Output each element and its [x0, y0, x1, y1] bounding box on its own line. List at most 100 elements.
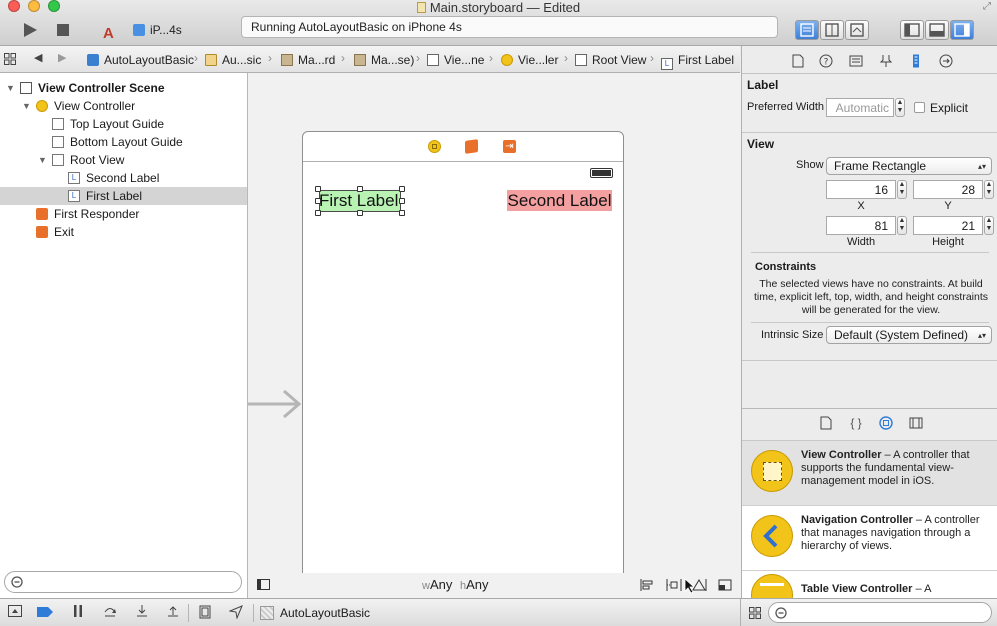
view-controller-icon[interactable] [428, 140, 441, 153]
connections-inspector-icon[interactable] [939, 54, 953, 68]
outline-item[interactable]: ▼ Root View [0, 151, 247, 169]
step-into-icon[interactable] [134, 605, 150, 621]
disclosure-triangle-icon[interactable]: ▼ [22, 97, 31, 115]
attributes-inspector-icon[interactable] [879, 54, 893, 68]
object-library-icon[interactable] [879, 416, 893, 430]
crumb-view-controller[interactable]: Vie...ler [501, 52, 558, 68]
file-template-library-icon[interactable] [819, 416, 833, 430]
scheme-selector[interactable]: AiP...4s [103, 20, 182, 42]
y-field[interactable]: 28 [913, 180, 983, 199]
library-grid-view-icon[interactable] [749, 607, 761, 619]
height-stepper[interactable]: ▲ ▼ [984, 216, 994, 235]
intrinsic-size-popup[interactable]: Default (System Defined) ▴▾ [826, 326, 992, 344]
first-label[interactable]: First Label [319, 190, 400, 211]
simulate-location-icon[interactable] [228, 605, 244, 621]
outline-item[interactable]: First Responder [0, 205, 247, 223]
width-field[interactable]: 81 [826, 216, 896, 235]
second-label[interactable]: Second Label [507, 190, 612, 211]
constraints-title: Constraints [755, 261, 817, 273]
y-stepper[interactable]: ▲ ▼ [984, 180, 994, 199]
crumb-project[interactable]: AutoLayoutBasic [87, 52, 194, 68]
preferred-width-stepper[interactable]: ▲ ▼ [895, 98, 905, 117]
media-library-icon[interactable] [909, 416, 923, 430]
scene-icon [20, 82, 32, 94]
disclosure-triangle-icon[interactable]: ▼ [38, 151, 47, 169]
divider [740, 599, 741, 626]
assistant-editor-button[interactable] [820, 20, 844, 40]
library-filter-field[interactable] [768, 602, 992, 623]
resize-handle[interactable] [315, 210, 321, 216]
outline-item[interactable]: Exit [0, 223, 247, 241]
disclosure-triangle-icon[interactable]: ▼ [6, 79, 15, 97]
outline-item-label: Bottom Layout Guide [70, 135, 183, 149]
file-inspector-icon[interactable] [791, 54, 805, 68]
run-button[interactable] [18, 16, 42, 44]
library-item-view-controller[interactable]: View Controller – A controller that supp… [742, 441, 997, 506]
pin-icon[interactable] [666, 579, 682, 591]
explicit-checkbox[interactable] [914, 102, 925, 113]
resize-handle[interactable] [399, 210, 405, 216]
resize-handle[interactable] [357, 186, 363, 192]
quick-help-icon[interactable]: ? [819, 54, 833, 68]
preferred-width-field[interactable]: Automatic [826, 98, 894, 117]
forward-icon[interactable]: ▶ [58, 51, 66, 64]
step-over-icon[interactable] [102, 605, 118, 621]
divider [742, 132, 997, 133]
outline-item[interactable]: Bottom Layout Guide [0, 133, 247, 151]
resize-handle[interactable] [315, 186, 321, 192]
view-debugging-icon[interactable] [197, 605, 213, 621]
height-field[interactable]: 21 [913, 216, 983, 235]
toggle-outline-icon[interactable] [257, 579, 270, 590]
code-snippet-library-icon[interactable]: { } [849, 416, 863, 430]
fullscreen-icon[interactable]: ⤢ [983, 1, 991, 12]
toggle-navigator-button[interactable] [900, 20, 924, 40]
size-class-control[interactable]: wAny hAny [422, 577, 489, 592]
size-inspector-icon[interactable] [909, 54, 923, 68]
library-item-navigation-controller[interactable]: Navigation Controller – A controller tha… [742, 506, 997, 571]
process-selector[interactable]: AutoLayoutBasic [260, 605, 370, 621]
resize-handle[interactable] [315, 198, 321, 204]
outline-filter-field[interactable] [4, 571, 242, 593]
crumb-storyboard-base[interactable]: Ma...se) [354, 52, 414, 68]
hide-debug-area-icon[interactable] [7, 605, 23, 621]
breakpoints-icon[interactable] [37, 605, 53, 621]
resizing-behavior-icon[interactable] [718, 579, 732, 591]
outline-item[interactable]: L First Label [0, 187, 247, 205]
library-item-table-view-controller[interactable]: Table View Controller – A [742, 571, 997, 598]
identity-inspector-icon[interactable] [849, 54, 863, 68]
align-icon[interactable] [640, 579, 654, 591]
x-field[interactable]: 16 [826, 180, 896, 199]
step-out-icon[interactable] [165, 605, 181, 621]
toggle-debug-area-button[interactable] [925, 20, 949, 40]
pause-icon[interactable] [70, 605, 86, 621]
first-responder-icon[interactable] [465, 139, 478, 154]
crumb-storyboard[interactable]: Ma...rd [281, 52, 335, 68]
width-stepper[interactable]: ▲ ▼ [897, 216, 907, 235]
scene-dock-divider [303, 161, 623, 162]
debug-bar: AutoLayoutBasic [0, 598, 997, 626]
crumb-group[interactable]: Au...sic [205, 52, 261, 68]
version-editor-button[interactable] [845, 20, 869, 40]
crumb-scene[interactable]: Vie...ne [427, 52, 484, 68]
stop-button[interactable] [52, 16, 74, 44]
back-icon[interactable]: ◀ [34, 51, 42, 64]
outline-item[interactable]: ▼ View Controller [0, 97, 247, 115]
outline-item[interactable]: L Second Label [0, 169, 247, 187]
outline-item[interactable]: Top Layout Guide [0, 115, 247, 133]
crumb-first-label[interactable]: L First Label [661, 52, 734, 70]
explicit-label: Explicit [930, 101, 969, 115]
related-items-icon[interactable] [4, 53, 16, 65]
standard-editor-button[interactable] [795, 20, 819, 40]
x-stepper[interactable]: ▲ ▼ [897, 180, 907, 199]
resize-handle[interactable] [399, 198, 405, 204]
resolve-issues-icon[interactable] [691, 579, 707, 591]
jump-bar: ◀ ▶ AutoLayoutBasic › Au...sic › Ma...rd… [0, 46, 740, 73]
crumb-root-view[interactable]: Root View [575, 52, 646, 68]
y-caption: Y [944, 200, 952, 212]
resize-handle[interactable] [399, 186, 405, 192]
outline-item[interactable]: ▼ View Controller Scene [0, 79, 247, 97]
show-popup[interactable]: Frame Rectangle ▴▾ [826, 157, 992, 175]
exit-icon[interactable]: ⇥ [503, 140, 516, 153]
resize-handle[interactable] [357, 210, 363, 216]
toggle-utilities-button[interactable] [950, 20, 974, 40]
